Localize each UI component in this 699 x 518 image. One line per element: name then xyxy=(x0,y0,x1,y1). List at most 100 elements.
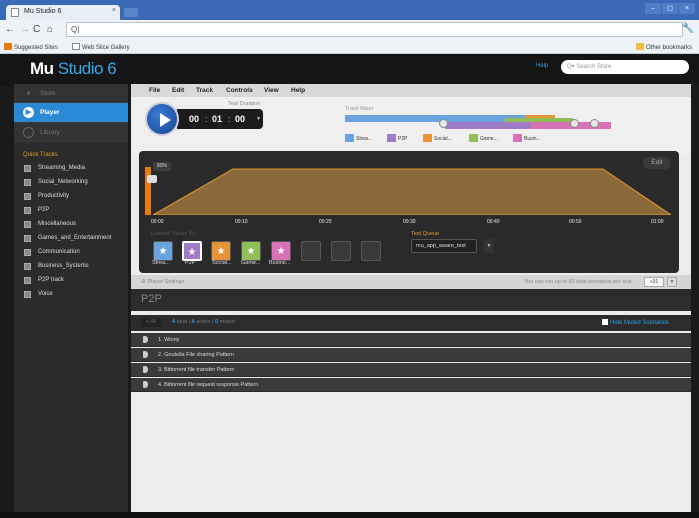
empty-track-slot[interactable] xyxy=(361,241,381,261)
load-profile-area xyxy=(153,168,671,215)
quick-track-item[interactable]: Productivity xyxy=(14,190,128,204)
quick-track-item[interactable]: Miscellaneous xyxy=(14,218,128,232)
volume-slider-handle[interactable] xyxy=(147,175,157,183)
quick-track-item[interactable]: Voice xyxy=(14,288,128,302)
quick-track-item[interactable]: Business_Systems xyxy=(14,260,128,274)
menu-file[interactable]: File xyxy=(149,87,160,94)
sidebar-item-library[interactable]: · Library xyxy=(14,123,128,142)
loaded-track-tile[interactable]: ★ xyxy=(153,241,173,261)
hide-muted-checkbox[interactable]: Hide Muted Scenarios xyxy=(602,319,669,326)
checkbox[interactable] xyxy=(602,319,608,325)
chevron-down-icon[interactable]: ▼ xyxy=(667,277,677,287)
quick-track-item[interactable]: Streaming_Media xyxy=(14,162,128,176)
minimize-button[interactable]: – xyxy=(645,3,661,14)
browser-tab[interactable]: Mu Studio 6 × xyxy=(6,5,120,20)
track-label: Social... xyxy=(212,260,232,266)
star-icon: ★ xyxy=(276,246,286,257)
browser-chrome: Mu Studio 6 × – ◻ × ← → C ⌂ Q| 🔧 Suggest… xyxy=(0,0,699,54)
legend-label: Strea... xyxy=(356,136,373,142)
empty-track-slot[interactable] xyxy=(301,241,321,261)
bottom-bar xyxy=(0,512,699,518)
close-window-button[interactable]: × xyxy=(679,3,695,14)
colon: : xyxy=(228,114,231,124)
quick-tracks-heading: Quick Tracks xyxy=(23,152,58,158)
back-icon[interactable]: ← xyxy=(5,24,15,35)
time-tick: 00:10 xyxy=(235,219,248,225)
new-tab-button[interactable] xyxy=(124,8,138,17)
page-scrollbar[interactable] xyxy=(691,84,699,518)
page-icon xyxy=(11,8,19,17)
quick-track-item[interactable]: Communication xyxy=(14,246,128,260)
mixer-segment-social xyxy=(525,115,555,118)
window-controls: – ◻ × xyxy=(645,3,695,14)
gear-icon: ⚙ xyxy=(141,279,146,285)
address-bar[interactable]: Q| xyxy=(66,22,683,37)
quick-track-item[interactable]: P2P xyxy=(14,204,128,218)
legend-label: P2P xyxy=(398,136,408,142)
quick-track-item[interactable]: P2P track xyxy=(14,274,128,288)
sidebar-item-store[interactable]: ● Store xyxy=(14,84,128,103)
mixer-handle[interactable] xyxy=(570,119,579,128)
quick-track-item[interactable]: Social_Networking xyxy=(14,176,128,190)
empty-track-slot[interactable] xyxy=(331,241,351,261)
mixer-segment-games xyxy=(505,118,573,122)
bookmark-suggested-sites[interactable]: Suggested Sites xyxy=(4,43,58,51)
legend-label: Game... xyxy=(480,136,498,142)
bookmark-web-slice-gallery[interactable]: Web Slice Gallery xyxy=(72,43,130,51)
reload-icon[interactable]: C xyxy=(33,24,40,35)
menu-edit[interactable]: Edit xyxy=(172,87,184,94)
chevron-down-icon[interactable]: ▼ xyxy=(256,116,261,122)
loaded-track-tile[interactable]: ★ xyxy=(241,241,261,261)
nav-bar: ← → C ⌂ Q| 🔧 xyxy=(0,20,699,40)
close-tab-icon[interactable]: × xyxy=(112,7,116,14)
time-tick: 00:50 xyxy=(569,219,582,225)
test-queue-select[interactable]: mu_app_aware_test xyxy=(411,239,477,253)
mixer-handle[interactable] xyxy=(590,119,599,128)
search-store-input[interactable]: Q▾ Search Store xyxy=(561,60,689,74)
hours-value[interactable]: 00 xyxy=(189,114,199,124)
help-link[interactable]: Help xyxy=(536,63,548,69)
speaker-icon[interactable] xyxy=(143,336,148,343)
bookmarks-bar: Suggested Sites Web Slice Gallery Other … xyxy=(0,40,699,54)
menu-track[interactable]: Track xyxy=(196,87,213,94)
wrench-icon[interactable]: 🔧 xyxy=(682,23,694,34)
other-bookmarks[interactable]: Other bookmarks xyxy=(636,43,692,51)
chevron-down-icon[interactable]: ▼ xyxy=(484,239,494,253)
volume-slider[interactable] xyxy=(145,167,157,215)
home-icon[interactable]: ⌂ xyxy=(47,24,53,35)
loaded-track-tile-selected[interactable]: ★ xyxy=(182,241,202,261)
play-button[interactable] xyxy=(145,102,179,136)
loaded-track-tile[interactable]: ★ xyxy=(211,241,231,261)
filter-all-button[interactable]: ≡ All xyxy=(141,318,161,327)
track-icon xyxy=(24,249,31,256)
legend-label: Busin... xyxy=(524,136,541,142)
speaker-icon[interactable] xyxy=(143,351,148,358)
player-settings-toggle[interactable]: ⚙ Player Settings xyxy=(141,279,184,285)
page-icon xyxy=(72,43,80,50)
test-duration-timer[interactable]: 00 : 01 : 00 ▼ xyxy=(177,109,263,129)
speaker-icon[interactable] xyxy=(143,381,148,388)
seconds-value[interactable]: 00 xyxy=(235,114,245,124)
menu-controls[interactable]: Controls xyxy=(226,87,253,94)
loaded-track-tile[interactable]: ★ xyxy=(271,241,291,261)
menu-help[interactable]: Help xyxy=(291,87,305,94)
edit-button[interactable]: Edit xyxy=(643,157,671,169)
scenario-row[interactable]: 3. Bittorrent file transfer Pattern xyxy=(131,363,691,377)
scenario-row[interactable]: 1. Winny xyxy=(131,333,691,347)
mixer-handle[interactable] xyxy=(439,119,448,128)
quick-track-item[interactable]: Games_and_Entertainment xyxy=(14,232,128,246)
maximize-button[interactable]: ◻ xyxy=(662,3,678,14)
sidebar-item-player[interactable]: ▶ Player xyxy=(14,103,128,123)
minutes-value[interactable]: 01 xyxy=(212,114,222,124)
app-logo: Mu Studio 6 xyxy=(30,59,117,78)
speaker-icon[interactable] xyxy=(143,366,148,373)
scenario-row[interactable]: 4. Bittorrent file request response Patt… xyxy=(131,378,691,392)
test-queue-label: Test Queue xyxy=(411,231,440,237)
menu-view[interactable]: View xyxy=(264,87,279,94)
track-icon xyxy=(24,291,31,298)
scenario-count-input[interactable]: +31 xyxy=(644,277,664,287)
forward-icon[interactable]: → xyxy=(20,24,30,35)
scenario-filter-bar: ≡ All 4 total | 4 active | 0 muted Hide … xyxy=(131,315,691,331)
scenario-counts: 4 total | 4 active | 0 muted xyxy=(172,319,235,325)
scenario-row[interactable]: 2. Gnutella File sharing Pattern xyxy=(131,348,691,362)
